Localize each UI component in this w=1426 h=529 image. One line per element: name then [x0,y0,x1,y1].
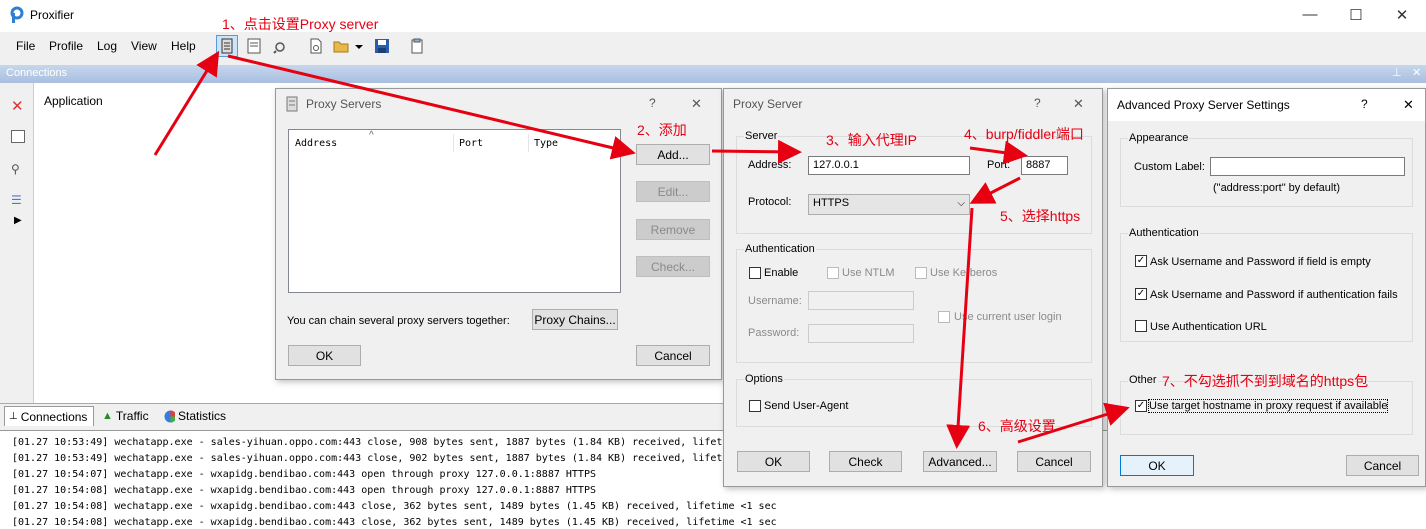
annotation-step-4: 4、burp/fiddler端口 [964,126,1084,142]
annotation-step-1: 1、点击设置Proxy server [222,16,379,32]
annotation-arrow-3 [711,139,802,164]
annotation-step-6: 6、高级设置 [978,418,1056,434]
annotation-step-7: 7、不勾选抓不到到域名的https包 [1162,373,1369,389]
annotation-arrow-4 [969,140,1028,165]
annotation-step-5: 5、选择https [1000,208,1081,224]
annotation-arrow-6 [946,207,974,449]
annotation-arrows [153,50,1130,449]
annotation-arrow-1 [153,50,220,156]
annotation-step-2: 2、添加 [637,122,687,138]
annotation-arrow-5 [969,176,1021,204]
annotation-step-3: 3、输入代理IP [826,132,918,148]
annotation-arrow-2 [227,54,636,160]
